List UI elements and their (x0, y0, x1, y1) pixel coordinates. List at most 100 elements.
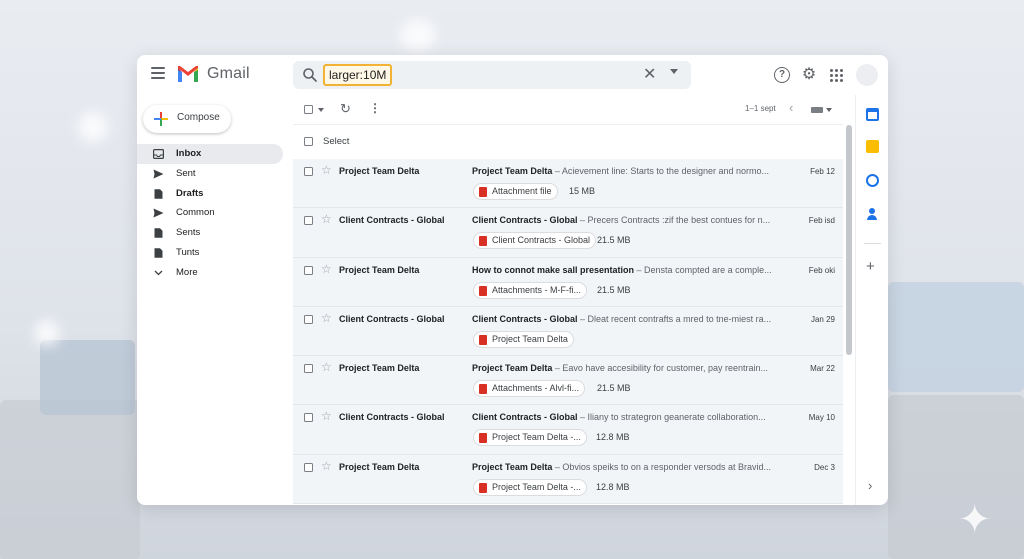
app-name: Gmail (207, 65, 250, 82)
email-subject: How to connot make sall presentation (472, 264, 635, 275)
help-circle-icon[interactable]: ? (774, 67, 790, 83)
attachment-size: 21.5 MB (597, 284, 631, 295)
compose-button[interactable]: Compose (143, 105, 231, 133)
attachment-name: Client Contracts - Global (492, 235, 591, 246)
pdf-icon (479, 236, 487, 247)
row-checkbox[interactable] (304, 462, 313, 472)
sparkle-icon: ✦ (958, 498, 992, 542)
send-icon (153, 208, 164, 218)
pdf-icon (479, 384, 487, 395)
keyboard-icon[interactable] (811, 107, 823, 113)
draft-icon (154, 188, 163, 199)
star-icon[interactable]: ☆ (321, 360, 332, 374)
email-snippet: Iliany to strategron geanerate collabora… (587, 412, 766, 423)
attachment-chip[interactable]: Attachment file (473, 183, 558, 200)
email-line: How to connot make sall presentation – D… (472, 264, 772, 275)
star-icon[interactable]: ☆ (321, 409, 332, 423)
chevron-down-icon[interactable] (826, 108, 832, 112)
email-sender: Client Contracts - Global (339, 412, 445, 423)
gear-icon[interactable]: ⚙ (801, 67, 817, 83)
scrollbar-thumb[interactable] (846, 125, 852, 355)
email-subject: Client Contracts - Global (472, 412, 578, 423)
email-row[interactable]: ☆ Project Team Delta Project Team Delta … (293, 454, 843, 505)
chevron-right-icon[interactable]: › (868, 479, 872, 492)
email-list: ☆ Project Team Delta Project Team Delta … (293, 159, 843, 505)
star-icon[interactable]: ☆ (321, 459, 332, 473)
keep-icon[interactable] (866, 140, 879, 153)
select-checkbox[interactable] (304, 137, 313, 146)
star-icon[interactable]: ☆ (321, 262, 332, 276)
star-icon[interactable]: ☆ (321, 311, 332, 325)
sidebar-item-label: Drafts (176, 187, 204, 199)
attachment-name: Attachment file (492, 186, 552, 196)
background-light (34, 320, 60, 346)
more-vert-icon[interactable]: ⋮ (369, 102, 381, 115)
email-row[interactable]: ☆ Project Team Delta Project Team Delta … (293, 356, 843, 406)
email-row[interactable]: ☆ Project Team Delta How to connot make … (293, 257, 843, 307)
sidebar-item-tunts[interactable]: Tunts (137, 243, 283, 263)
calendar-icon[interactable] (866, 108, 879, 121)
send-icon (153, 169, 164, 179)
apps-grid-icon[interactable] (829, 67, 845, 83)
email-row[interactable]: ☆ Client Contracts - Global Client Contr… (293, 208, 843, 258)
attachment-chip[interactable]: Client Contracts - Global (473, 232, 597, 250)
row-checkbox[interactable] (304, 167, 313, 176)
email-row[interactable]: ☆ Client Contracts - Global Client Contr… (293, 405, 843, 455)
attachment-chip[interactable]: Attachments - Alvl-fi... (473, 380, 586, 398)
avatar[interactable] (856, 64, 878, 86)
contacts-icon[interactable] (866, 208, 879, 221)
search-icon[interactable] (302, 67, 318, 83)
search-input[interactable]: larger:10M (323, 64, 393, 86)
attachment-chip[interactable]: Project Team Delta -... (473, 429, 587, 447)
hamburger-menu-icon[interactable] (151, 67, 165, 81)
search-bar[interactable]: larger:10M ✕ (293, 61, 691, 89)
background-monitor (888, 282, 1024, 392)
email-row[interactable]: ☆ Client Contracts - Global Client Contr… (293, 306, 843, 357)
email-sender: Client Contracts - Global (339, 313, 445, 324)
chevron-down-icon[interactable] (318, 108, 324, 112)
email-line: Client Contracts - Global – Iliany to st… (472, 412, 766, 423)
select-label: Select (323, 136, 350, 147)
attachment-chip[interactable]: Project Team Delta -... (473, 478, 587, 496)
background-monitor (40, 340, 135, 415)
close-icon[interactable]: ✕ (643, 67, 656, 83)
add-icon[interactable]: + (866, 259, 875, 274)
sidebar-item-drafts[interactable]: Drafts (137, 184, 283, 204)
pdf-icon (479, 187, 487, 197)
email-row[interactable]: ☆ Project Team Delta Project Team Delta … (293, 159, 843, 209)
search-options-icon[interactable] (670, 69, 678, 74)
email-sender: Client Contracts - Global (339, 215, 445, 226)
attachment-name: Project Team Delta -... (492, 481, 581, 492)
row-checkbox[interactable] (304, 413, 313, 423)
attachment-chip[interactable]: Attachments - M-F-fi... (473, 281, 588, 299)
pdf-icon (479, 482, 487, 493)
message-list-panel: ↻ ⋮ 1–1 sept ‹ Select ☆ Project Team Del… (293, 95, 843, 505)
row-checkbox[interactable] (304, 265, 313, 275)
inbox-icon (153, 149, 164, 159)
email-snippet: Precers Contracts :zif the best contues … (587, 215, 771, 226)
pdf-icon (479, 285, 487, 296)
sidebar-item-inbox[interactable]: Inbox (137, 144, 283, 164)
plus-icon (154, 112, 168, 126)
tasks-icon[interactable] (866, 174, 879, 187)
row-checkbox[interactable] (304, 314, 313, 324)
chevron-down-icon (154, 270, 163, 276)
top-bar: Gmail larger:10M ✕ ? ⚙ (137, 55, 888, 95)
background-desk (0, 400, 140, 559)
sidebar-item-sent[interactable]: Sent (137, 164, 283, 184)
star-icon[interactable]: ☆ (321, 163, 332, 177)
refresh-icon[interactable]: ↻ (340, 102, 351, 115)
select-all-checkbox[interactable] (304, 105, 313, 114)
attachment-size: 21.5 MB (597, 235, 631, 246)
attachment-chip[interactable]: Project Team Delta (473, 330, 574, 348)
row-checkbox[interactable] (304, 364, 313, 374)
row-checkbox[interactable] (304, 216, 313, 226)
star-icon[interactable]: ☆ (321, 212, 332, 226)
sidebar-item-more[interactable]: More (137, 263, 283, 283)
pagination-text: 1–1 sept (745, 104, 776, 113)
sidebar-item-sents[interactable]: Sents (137, 223, 283, 243)
pdf-icon (479, 334, 487, 345)
chevron-left-icon[interactable]: ‹ (789, 101, 793, 114)
email-sender: Project Team Delta (339, 166, 420, 176)
sidebar-item-common[interactable]: Common (137, 203, 283, 223)
